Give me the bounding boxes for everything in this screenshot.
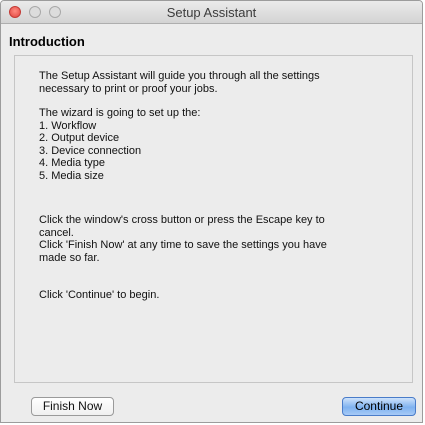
intro-content: The Setup Assistant will guide you throu… [39, 70, 399, 302]
cancel-instructions: Click the window's cross button or press… [39, 214, 325, 239]
window-title: Setup Assistant [166, 5, 257, 20]
finish-now-button[interactable]: Finish Now [31, 397, 114, 416]
finish-instructions: Click 'Finish Now' at any time to save t… [39, 239, 327, 264]
content-panel: The Setup Assistant will guide you throu… [14, 55, 413, 383]
page-heading: Introduction [9, 34, 85, 49]
step-item-media-type: 4. Media type [39, 157, 106, 169]
steps-title: The wizard is going to set up the: [39, 107, 201, 119]
setup-assistant-window: Setup Assistant Introduction The Setup A… [0, 0, 423, 423]
step-item-media-size: 5. Media size [39, 169, 104, 182]
continue-instructions: Click 'Continue' to begin. [39, 289, 160, 301]
step-item-device-connection: 3. Device connection [39, 144, 142, 157]
title-bar[interactable]: Setup Assistant [1, 1, 422, 24]
step-item-workflow: 1. Workflow [39, 119, 97, 132]
continue-button[interactable]: Continue [342, 397, 416, 416]
intro-text: The Setup Assistant will guide you throu… [39, 70, 320, 95]
step-item-output-device: 2. Output device [39, 132, 120, 144]
